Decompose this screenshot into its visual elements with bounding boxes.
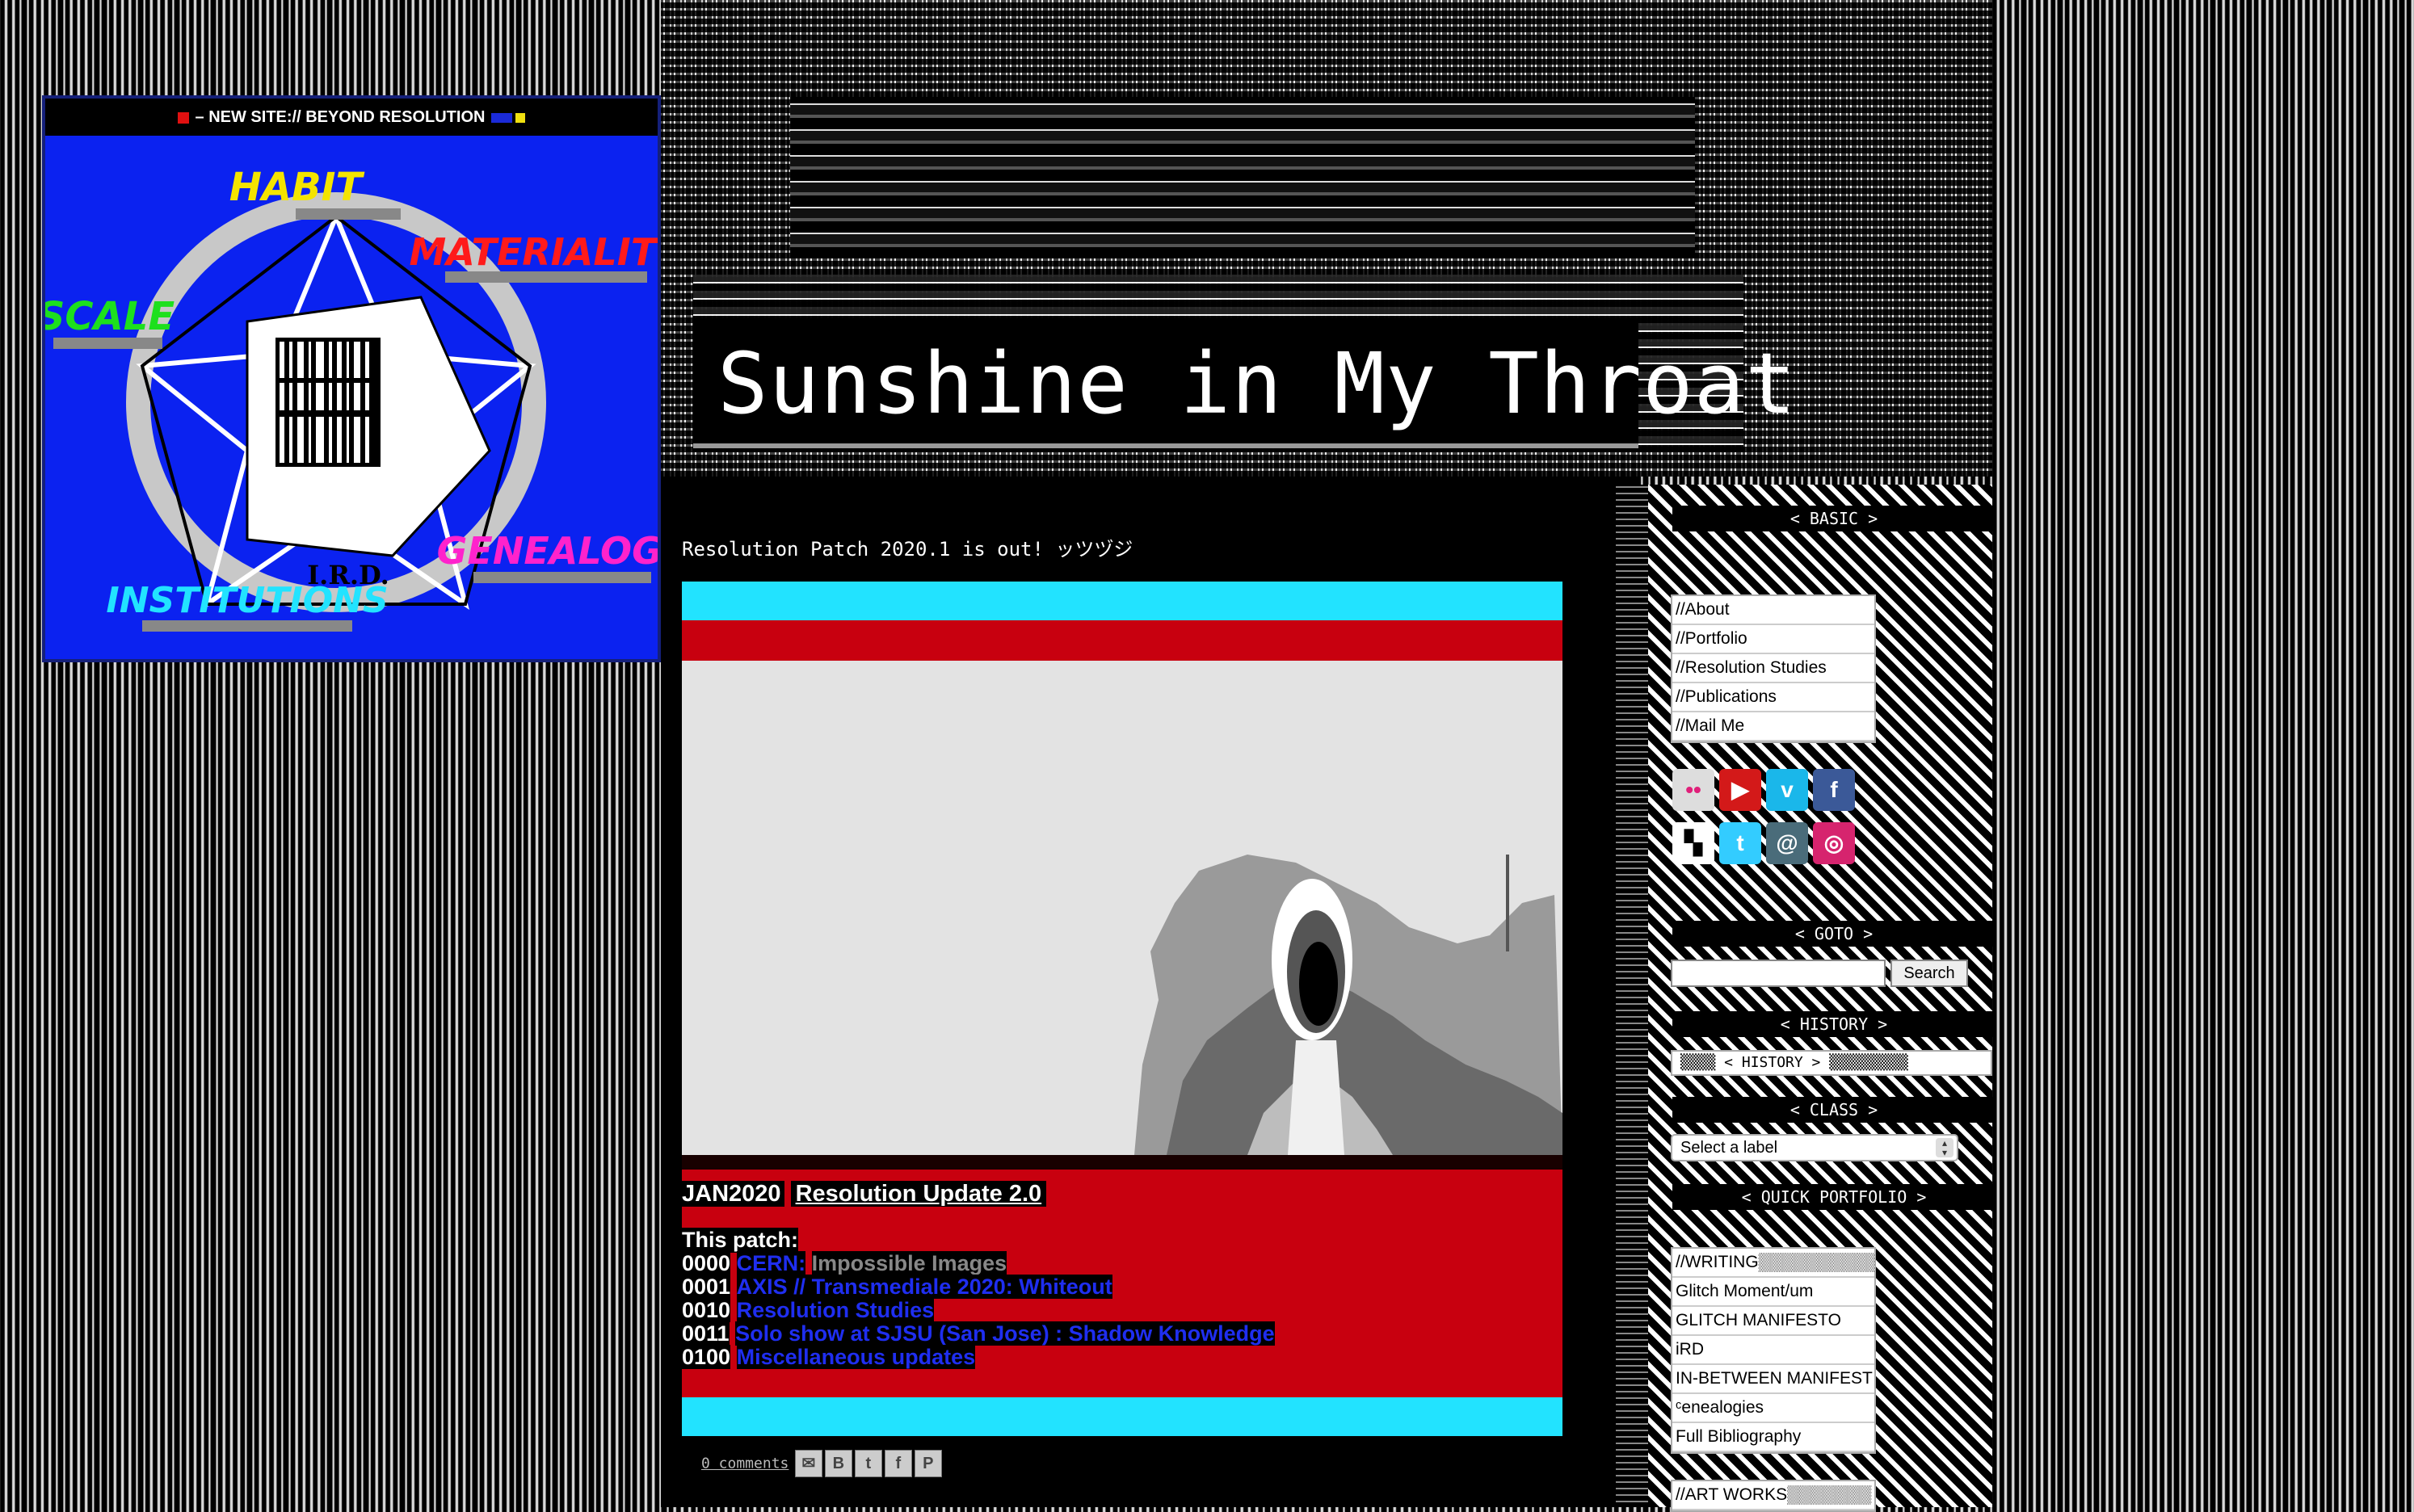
post-bottom-band xyxy=(682,1397,1562,1436)
patch-item: 0011 Solo show at SJSU (San Jose) : Shad… xyxy=(682,1321,1275,1346)
pinterest-icon[interactable]: P xyxy=(914,1450,942,1477)
glitch-figure-image xyxy=(682,661,1562,1155)
image-shadow xyxy=(682,1155,1562,1170)
blue-bar-icon xyxy=(491,112,513,123)
post-image[interactable] xyxy=(682,661,1562,1155)
blog-post: JAN2020 Resolution Update 2.0 This patch… xyxy=(682,582,1562,1436)
email-icon[interactable]: @ xyxy=(1766,822,1808,864)
sidebar-link-publications[interactable]: //Publications xyxy=(1672,683,1874,712)
class-heading: < CLASS > xyxy=(1672,1097,1996,1123)
barcode-pattern xyxy=(275,338,381,467)
quick-portfolio-heading: < QUICK PORTFOLIO > xyxy=(1672,1184,1996,1210)
artworks-links: //ART WORKS▒▒▒▒▒▒▒ xyxy=(1671,1480,1876,1512)
ird-diagram: I.R.D. HABIT MATERIALITY SCALE GENEALOGY… xyxy=(45,165,658,632)
patch-list: 0000 CERN: Impossible Images 0001 AXIS /… xyxy=(682,1251,1275,1369)
patch-link[interactable]: CERN: xyxy=(736,1251,806,1275)
post-date: JAN2020 xyxy=(682,1181,784,1207)
youtube-icon[interactable]: ▶ xyxy=(1719,769,1761,811)
search-input[interactable] xyxy=(1671,960,1886,987)
patch-item: 0100 Miscellaneous updates xyxy=(682,1345,1275,1369)
twitter-icon[interactable]: t xyxy=(1719,822,1761,864)
header-banner: Sunshine in My Throat xyxy=(661,0,1992,477)
patch-link[interactable]: Resolution Studies xyxy=(736,1298,935,1322)
post-top-band xyxy=(682,582,1562,620)
patch-number: 0001 xyxy=(682,1275,731,1299)
history-dropdown[interactable]: ▒▒▒▒ < HISTORY > ▒▒▒▒▒▒▒▒▒ xyxy=(1671,1050,1992,1076)
history-heading: < HISTORY > xyxy=(1672,1011,1996,1037)
sidebar-link-resolution-studies[interactable]: //Resolution Studies xyxy=(1672,654,1874,683)
search-button[interactable]: Search xyxy=(1890,960,1968,987)
glitch-strip xyxy=(142,620,352,632)
basic-heading: < BASIC > xyxy=(1672,506,1996,531)
genealogy-label: GENEALOGY xyxy=(437,529,658,573)
label-select[interactable]: Select a label ▴ ▾ xyxy=(1671,1134,1958,1161)
sidebar: < BASIC > //About //Portfolio //Resoluti… xyxy=(1648,485,1996,1512)
basic-links: //About //Portfolio //Resolution Studies… xyxy=(1671,594,1876,743)
patch-number: 0010 xyxy=(682,1298,731,1322)
sidebar-link-portfolio[interactable]: //Portfolio xyxy=(1672,625,1874,654)
scale-label: SCALE xyxy=(45,294,175,339)
portfolio-link-art-works[interactable]: //ART WORKS▒▒▒▒▒▒▒ xyxy=(1672,1481,1874,1510)
patch-text: Impossible Images xyxy=(811,1251,1007,1275)
badge-banner-text: – NEW SITE:// BEYOND RESOLUTION xyxy=(195,108,486,126)
twitter-icon[interactable]: t xyxy=(854,1450,882,1477)
instagram-icon[interactable]: ◎ xyxy=(1813,822,1855,864)
portfolio-link-glitch-momentum[interactable]: Glitch Moment/um xyxy=(1672,1278,1874,1307)
institutions-label: INSTITUTIONS xyxy=(106,580,388,621)
patch-link[interactable]: Solo show at SJSU (San Jose) : Shadow Kn… xyxy=(735,1321,1275,1346)
post-title: JAN2020 Resolution Update 2.0 xyxy=(682,1181,1047,1208)
facebook-icon[interactable]: f xyxy=(1813,769,1855,811)
flickr-icon[interactable]: •• xyxy=(1672,769,1714,811)
portfolio-link-ird[interactable]: iRD xyxy=(1672,1336,1874,1365)
main-column: Resolution Patch 2020.1 is out! ッツヅジ JAN… xyxy=(661,477,1638,1507)
portfolio-link-in-between-manifesto[interactable]: IN-BETWEEN MANIFEST xyxy=(1672,1365,1874,1394)
goto-heading: < GOTO > xyxy=(1672,921,1996,947)
vimeo-icon[interactable]: v xyxy=(1766,769,1808,811)
glitch-strip xyxy=(473,572,651,583)
portfolio-link-genealogies[interactable]: ᶜenealogies xyxy=(1672,1394,1874,1423)
patch-number: 0000 xyxy=(682,1251,731,1275)
portfolio-link-writing[interactable]: //WRITING▒▒▒▒▒▒▒▒▒▒ xyxy=(1672,1249,1874,1278)
sidebar-link-about[interactable]: //About xyxy=(1672,596,1874,625)
facebook-icon[interactable]: f xyxy=(884,1450,912,1477)
sidebar-link-mail-me[interactable]: //Mail Me xyxy=(1672,712,1874,741)
site-title[interactable]: Sunshine in My Throat xyxy=(693,319,1796,448)
patch-number: 0100 xyxy=(682,1345,731,1369)
label-select-value: Select a label xyxy=(1680,1139,1778,1157)
patch-item: 0001 AXIS // Transmediale 2020: Whiteout xyxy=(682,1275,1275,1299)
red-square-icon xyxy=(177,111,189,124)
patch-heading: This patch: xyxy=(682,1228,799,1253)
portfolio-link-glitch-manifesto[interactable]: GLITCH MANIFESTO xyxy=(1672,1307,1874,1336)
post-title-link[interactable]: Resolution Update 2.0 xyxy=(790,1181,1047,1207)
materiality-label: MATERIALITY xyxy=(409,230,658,274)
chevron-updown-icon: ▴ ▾ xyxy=(1936,1138,1953,1157)
glitch-edge xyxy=(1616,485,1648,1507)
delicious-icon[interactable]: ▚ xyxy=(1672,822,1714,864)
portfolio-links: //WRITING▒▒▒▒▒▒▒▒▒▒ Glitch Moment/um GLI… xyxy=(1671,1247,1876,1454)
blogger-icon[interactable]: B xyxy=(824,1450,852,1477)
yellow-square-icon xyxy=(515,112,526,123)
announcement-text: Resolution Patch 2020.1 is out! ッツヅジ xyxy=(682,538,1133,561)
glitch-strip xyxy=(296,208,401,220)
glitch-strip xyxy=(53,338,162,349)
post-footer: 0 comments ✉ Bt f P xyxy=(701,1450,942,1477)
patch-item: 0010 Resolution Studies xyxy=(682,1298,1275,1322)
comments-link[interactable]: 0 comments xyxy=(701,1455,789,1472)
glitch-strip xyxy=(445,271,647,283)
patch-link[interactable]: Miscellaneous updates xyxy=(736,1345,976,1369)
portfolio-link-full-bibliography[interactable]: Full Bibliography xyxy=(1672,1423,1874,1452)
glitch-band xyxy=(790,97,1695,258)
new-site-badge[interactable]: – NEW SITE:// BEYOND RESOLUTION I.R.D. H… xyxy=(42,95,661,662)
email-icon[interactable]: ✉ xyxy=(794,1450,822,1477)
badge-banner[interactable]: – NEW SITE:// BEYOND RESOLUTION xyxy=(45,99,658,136)
patch-number: 0011 xyxy=(682,1321,730,1346)
patch-link[interactable]: AXIS // Transmediale 2020: Whiteout xyxy=(736,1275,1112,1299)
habit-label: HABIT xyxy=(229,165,365,210)
patch-item: 0000 CERN: Impossible Images xyxy=(682,1251,1275,1275)
